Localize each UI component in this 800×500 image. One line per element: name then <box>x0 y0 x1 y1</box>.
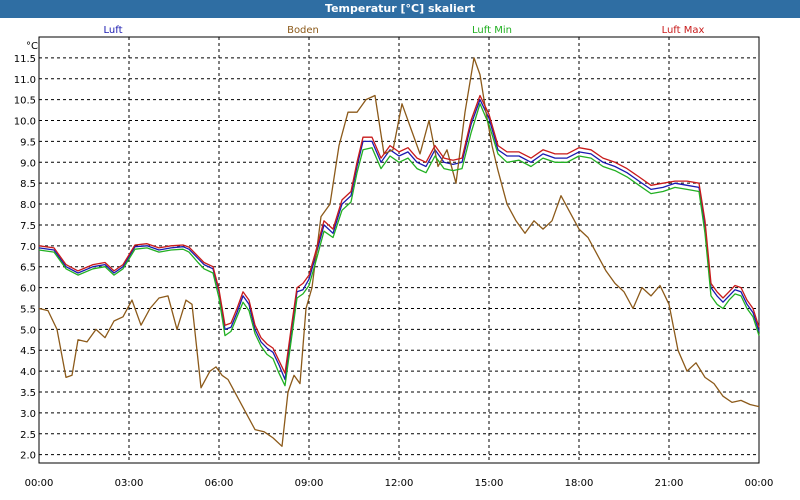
y-tick-label: 8.5 <box>20 179 36 190</box>
y-axis-ticks: 2.0 2.5 3.0 3.5 4.0 4.5 5.0 5.5 6.0 6.5 7.0 7.5 8.0 8… <box>14 54 36 462</box>
x-tick-time: 00:00 <box>745 478 774 489</box>
y-tick-label: 9.5 <box>20 137 36 148</box>
legend-item: Boden <box>287 25 319 36</box>
y-unit-label: °C <box>26 41 38 52</box>
chart-canvas: Luft Boden Luft Min Luft Max °C 2.0 2.5 3.0 3.… <box>14 25 774 489</box>
legend: Luft Boden Luft Min Luft Max <box>104 25 705 36</box>
y-tick-label: 5.0 <box>20 325 36 336</box>
y-tick-label: 7.0 <box>20 242 36 253</box>
x-tick-time: 21:00 <box>655 478 684 489</box>
x-tick-time: 18:00 <box>565 478 594 489</box>
y-tick-label: 2.5 <box>20 430 36 441</box>
x-tick-time: 00:00 <box>25 478 54 489</box>
y-tick-label: 4.5 <box>20 346 36 357</box>
y-tick-label: 2.0 <box>20 451 36 462</box>
y-tick-label: 9.0 <box>20 158 36 169</box>
y-tick-label: 5.5 <box>20 304 36 315</box>
y-tick-label: 11.0 <box>14 75 36 86</box>
legend-item: Luft Max <box>662 25 705 36</box>
chart-title: Temperatur [°C] skaliert <box>0 0 800 18</box>
y-tick-label: 3.5 <box>20 388 36 399</box>
x-tick-time: 03:00 <box>115 478 144 489</box>
legend-item: Luft Min <box>472 25 512 36</box>
x-tick-time: 15:00 <box>475 478 504 489</box>
y-tick-label: 10.5 <box>14 96 36 107</box>
y-tick-label: 6.5 <box>20 263 36 274</box>
x-tick-time: 06:00 <box>205 478 234 489</box>
x-tick-time: 12:00 <box>385 478 414 489</box>
y-tick-label: 10.0 <box>14 117 36 128</box>
y-tick-label: 8.0 <box>20 200 36 211</box>
x-axis-ticks: 00:0004.11.2003:0004.11.2006:0004.11.200… <box>25 478 774 489</box>
y-tick-label: 3.0 <box>20 409 36 420</box>
y-tick-label: 4.0 <box>20 367 36 378</box>
y-tick-label: 11.5 <box>14 54 36 65</box>
y-tick-label: 6.0 <box>20 284 36 295</box>
y-tick-label: 7.5 <box>20 221 36 232</box>
x-tick-time: 09:00 <box>295 478 324 489</box>
legend-item: Luft <box>104 25 123 36</box>
